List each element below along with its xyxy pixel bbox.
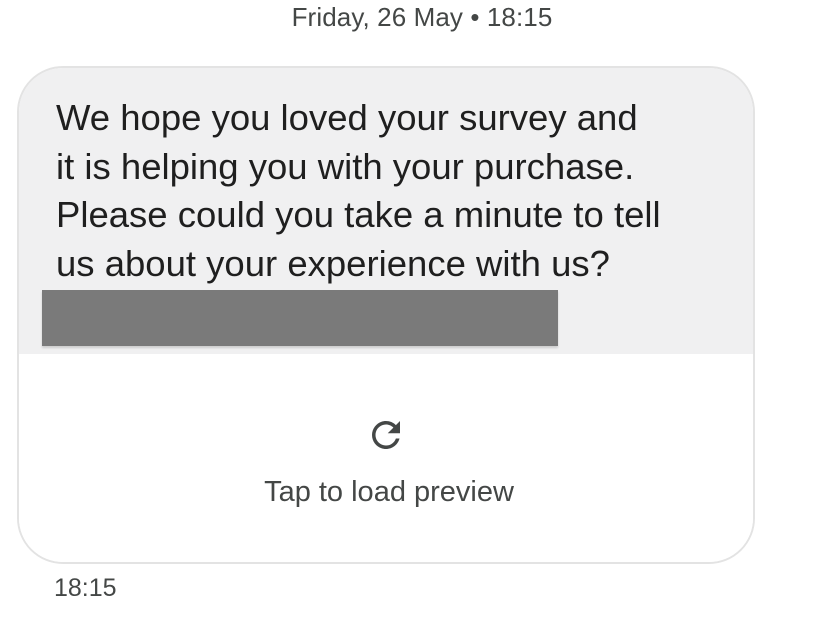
refresh-icon [372, 421, 400, 449]
message-line: us about your experience with us? [56, 242, 610, 284]
message-text: We hope you loved your survey and it is h… [56, 94, 736, 288]
message-timestamp: 18:15 [54, 574, 117, 602]
message-line: We hope you loved your survey and [56, 97, 638, 138]
message-line: Please could you take a minute to tell [56, 194, 661, 235]
preview-label: Tap to load preview [264, 476, 514, 508]
date-header: Friday, 26 May • 18:15 [291, 2, 553, 32]
message-bubble[interactable]: We hope you loved your survey and it is h… [17, 66, 755, 564]
redacted-link[interactable] [42, 290, 558, 346]
load-preview-button[interactable]: Tap to load preview [19, 354, 753, 562]
message-line: it is helping you with your purchase. [56, 145, 635, 187]
message-text-area: We hope you loved your survey and it is h… [19, 68, 753, 354]
message-thread: Friday, 26 May • 18:15 We hope you loved… [0, 0, 822, 618]
